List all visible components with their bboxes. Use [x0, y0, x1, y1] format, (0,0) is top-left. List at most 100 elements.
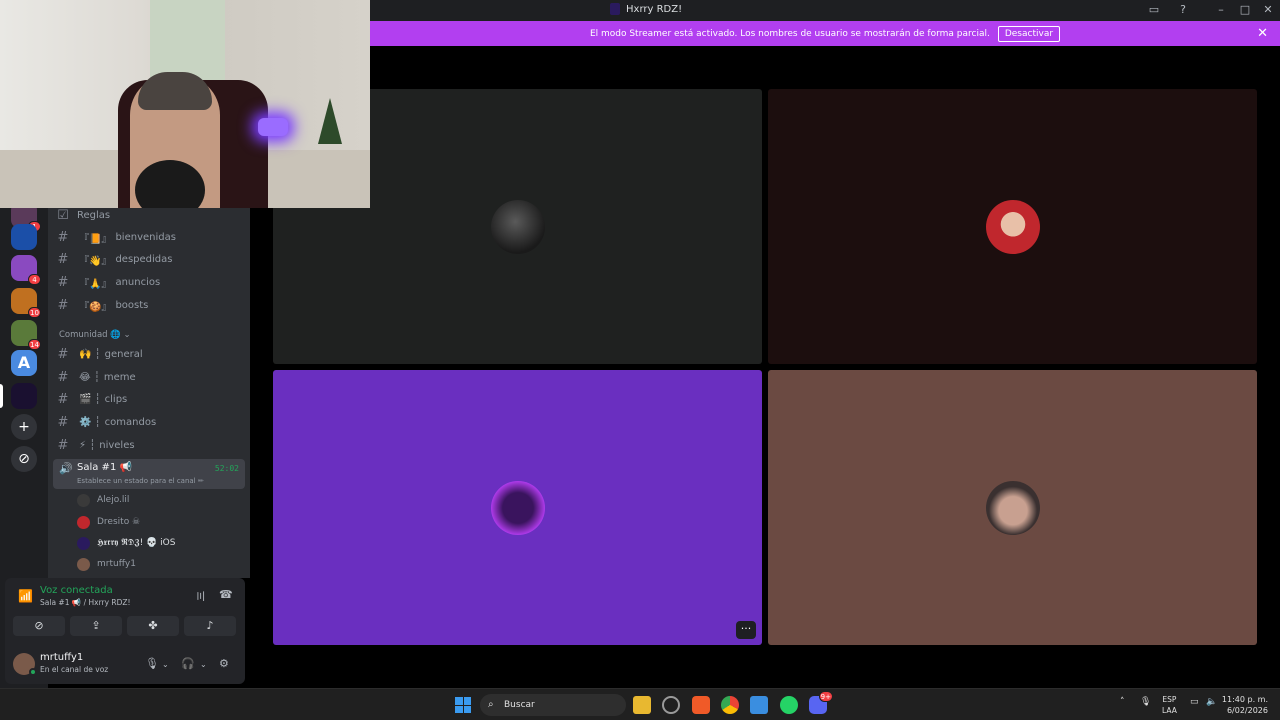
server-icon[interactable]	[11, 224, 37, 250]
channel-item[interactable]: # 『📙』 bienvenidas	[53, 227, 245, 247]
network-icon[interactable]: ▭	[1190, 697, 1199, 707]
channel-prefix: 🎬 ┆	[79, 393, 101, 405]
hash-icon: #	[57, 414, 69, 430]
avatar	[985, 480, 1040, 535]
speaker-icon: 🔊	[59, 462, 73, 475]
channel-name: boosts	[115, 299, 149, 311]
volume-icon[interactable]: 🔈	[1206, 697, 1217, 707]
windows-start-icon[interactable]	[455, 697, 471, 713]
voice-channel-active[interactable]: 🔊 Sala #1 📢 Establece un estado para el …	[53, 459, 245, 489]
chrome-icon[interactable]	[721, 696, 739, 714]
chevron-down-icon[interactable]: ⌄	[200, 660, 207, 669]
minimize-icon[interactable]: –	[1214, 3, 1228, 17]
voice-channel-status[interactable]: Establece un estado para el canal ✏	[77, 477, 204, 485]
participant-tile[interactable]	[768, 89, 1257, 364]
avatar	[77, 515, 90, 529]
keyboard-layout: LAA	[1162, 706, 1177, 715]
channel-item[interactable]: # 『👋』 despedidas	[53, 249, 245, 269]
channel-item[interactable]: # 🎬 ┆ clips	[53, 389, 245, 409]
channel-prefix: ⚙️ ┆	[79, 416, 101, 428]
whatsapp-icon[interactable]	[780, 696, 798, 714]
server-icon[interactable]: 10	[11, 288, 41, 318]
channel-name: Reglas	[77, 209, 111, 221]
server-icon[interactable]: 14	[11, 320, 41, 350]
language-code: ESP	[1162, 695, 1177, 704]
search-placeholder: Buscar	[504, 700, 535, 710]
maximize-icon[interactable]: □	[1238, 3, 1252, 17]
chevron-up-icon[interactable]: ˄	[1120, 697, 1125, 707]
current-user-name[interactable]: mrtuffy1	[40, 652, 83, 663]
voice-user[interactable]: 𝕳𝖝𝖗𝖗𝖞 𝕽𝕯𝖅! 💀 iOS	[77, 534, 175, 552]
channel-name: niveles	[99, 439, 135, 451]
server-icon[interactable]: 4	[11, 255, 41, 285]
signal-icon[interactable]: 📶	[18, 589, 33, 603]
channel-item[interactable]: # 🙌 ┆ general	[53, 344, 245, 364]
channel-item[interactable]: # ⚙️ ┆ comandos	[53, 412, 245, 432]
rules-icon: ☑	[57, 207, 69, 223]
voice-user[interactable]: Dresito ☠	[77, 513, 140, 531]
add-server-icon[interactable]: +	[11, 414, 37, 440]
voice-timer: 52:02	[214, 464, 239, 473]
participant-tile[interactable]: ···	[273, 370, 762, 645]
notepad-icon[interactable]	[750, 696, 768, 714]
activities-icon[interactable]: ✤	[127, 616, 179, 636]
discord-icon[interactable]: 9+	[809, 691, 833, 714]
avatar	[77, 557, 90, 571]
channel-prefix: 🙌 ┆	[79, 348, 101, 360]
channel-prefix: 『🍪』	[79, 301, 112, 313]
channel-prefix: ⚡ ┆	[79, 439, 96, 451]
copilot-icon[interactable]	[662, 696, 680, 714]
channel-item[interactable]: # 😂 ┆ meme	[53, 367, 245, 387]
avatar	[77, 536, 90, 550]
clock-date: 6/02/2026	[1226, 706, 1268, 715]
chevron-down-icon[interactable]: ⌄	[162, 660, 169, 669]
microphone-icon[interactable]: 🎙	[145, 657, 159, 670]
screen-share-icon[interactable]: ⇪	[70, 616, 122, 636]
category-header[interactable]: Comunidad 🌐 ⌄	[59, 330, 131, 340]
voice-user-name: Dresito ☠	[97, 517, 141, 527]
voice-user-name: 𝕳𝖝𝖗𝖗𝖞 𝕽𝕯𝖅! 💀 iOS	[97, 538, 176, 548]
inbox-icon[interactable]: ▭	[1147, 3, 1161, 17]
server-logo-icon	[610, 3, 620, 15]
channel-item[interactable]: # ⚡ ┆ niveles	[53, 435, 245, 455]
channel-name: general	[104, 348, 143, 360]
brave-icon[interactable]	[692, 696, 710, 714]
microphone-icon[interactable]: 🎙	[1140, 697, 1151, 707]
more-options-button[interactable]: ···	[736, 621, 756, 639]
voice-user[interactable]: Alejo.lil	[77, 491, 129, 509]
participant-tile[interactable]	[768, 370, 1257, 645]
hash-icon: #	[57, 437, 69, 453]
noise-suppression-icon[interactable]: 〣	[195, 588, 206, 604]
voice-connected-title[interactable]: Voz conectada	[40, 585, 113, 596]
online-status-icon	[29, 668, 37, 676]
language-indicator[interactable]: ESP LAA	[1162, 694, 1177, 716]
selected-server-pill	[0, 384, 3, 408]
file-explorer-icon[interactable]	[633, 696, 651, 714]
hash-icon: #	[57, 229, 69, 245]
close-icon[interactable]: ✕	[1261, 3, 1275, 17]
voice-connected-subtitle[interactable]: Sala #1 📢 / Hxrry RDZ!	[40, 598, 131, 607]
discover-icon[interactable]: ⊘	[11, 446, 37, 472]
soundboard-icon[interactable]: ♪	[184, 616, 236, 636]
server-icon-active[interactable]	[11, 383, 37, 409]
channel-name: despedidas	[115, 253, 173, 265]
help-icon[interactable]: ?	[1176, 3, 1190, 17]
headphones-icon[interactable]: 🎧	[181, 657, 195, 670]
channel-item[interactable]: # 『🙏』 anuncios	[53, 272, 245, 292]
system-clock[interactable]: 11:40 p. m. 6/02/2026	[1222, 694, 1268, 716]
camera-off-icon[interactable]: ⊘	[13, 616, 65, 636]
voice-user[interactable]: mrtuffy1	[77, 555, 136, 573]
avatar	[490, 199, 545, 254]
server-icon[interactable]: A	[11, 350, 37, 376]
deactivate-button[interactable]: Desactivar	[997, 25, 1061, 42]
taskbar-search[interactable]: ⌕ Buscar	[480, 694, 626, 716]
channel-item[interactable]: # 『🍪』 boosts	[53, 295, 245, 315]
disconnect-icon[interactable]: ☎	[219, 588, 233, 601]
channel-prefix: 『👋』	[79, 255, 112, 267]
avatar	[77, 493, 90, 507]
chevron-down-icon: ⌄	[123, 330, 131, 340]
banner-close-icon[interactable]: ✕	[1257, 26, 1268, 41]
gear-icon[interactable]: ⚙	[219, 657, 229, 670]
channel-rules[interactable]: ☑ Reglas	[53, 205, 245, 225]
clock-time: 11:40 p. m.	[1221, 695, 1268, 704]
